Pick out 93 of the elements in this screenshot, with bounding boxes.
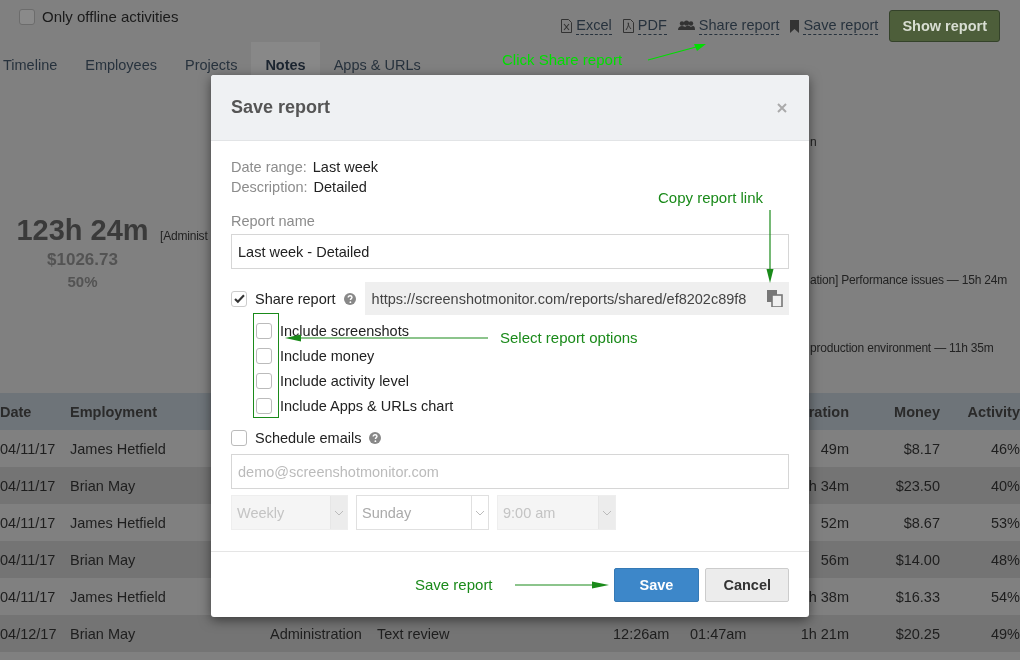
column-header: Activity [967, 403, 1020, 420]
table-cell: James Hetfield [70, 588, 166, 605]
option-checkbox[interactable] [256, 397, 272, 414]
table-cell: 53% [990, 514, 1020, 531]
detail-value: Detailed [313, 178, 367, 197]
chart-label: production environment — 11h 35m [810, 341, 994, 355]
show-report-button[interactable]: Show report [889, 10, 1000, 42]
table-cell: h 38m [808, 588, 849, 605]
table-cell: 04/11/17 [0, 514, 56, 531]
export-link[interactable]: Share report [698, 17, 780, 35]
table-cell: James Hetfield [70, 440, 166, 457]
table-cell: $14.00 [895, 551, 940, 568]
table-cell: 04/11/17 [0, 551, 56, 568]
share-url-field[interactable]: https://screenshotmonitor.com/reports/shared/ef8202c89f8 [364, 282, 789, 315]
table-cell: James Hetfield [70, 514, 166, 531]
pdf-file-icon [622, 19, 634, 33]
option-label: Include money [280, 347, 375, 364]
option-checkbox[interactable] [256, 322, 272, 339]
table-cell: 04/12/17 [0, 625, 57, 642]
column-header: Date [0, 403, 32, 420]
save-button[interactable]: Save [613, 567, 700, 602]
table-cell: 04/11/17 [0, 588, 56, 605]
table-cell: 46% [990, 440, 1020, 457]
copy-icon[interactable] [767, 290, 783, 307]
detail-value: Last week [312, 158, 379, 177]
table-cell: 04/11/17 [0, 440, 56, 457]
table-cell: $8.17 [903, 440, 940, 457]
annotation-label: Click Share report [502, 51, 623, 69]
schedule-checkbox[interactable] [231, 430, 247, 446]
share-report-label: Share report [255, 290, 336, 307]
cancel-button[interactable]: Cancel [705, 567, 789, 602]
bookmark-icon [790, 19, 800, 33]
table-cell: $23.50 [895, 477, 940, 494]
table-cell: 40% [990, 477, 1020, 494]
export-link[interactable]: PDF [637, 17, 667, 35]
annotation-label: Save report [415, 576, 493, 594]
dialog-title: Save report [231, 97, 331, 118]
option-checkbox[interactable] [256, 372, 272, 389]
detail-label: Date range: [231, 158, 307, 177]
export-link[interactable]: Excel [576, 17, 612, 35]
table-cell: 56m [820, 551, 849, 568]
table-cell: 12:26am [613, 625, 670, 642]
offline-filter-label: Only offline activities [42, 8, 179, 25]
table-cell: 1h 21m [800, 625, 849, 642]
table-cell: 52m [820, 514, 849, 531]
table-cell: $8.67 [903, 514, 940, 531]
option-checkbox[interactable] [256, 347, 272, 364]
column-header: ration [808, 403, 849, 420]
table-cell: $20.25 [895, 625, 940, 642]
table-cell: Brian May [70, 551, 136, 568]
table-cell: 01:47am [690, 625, 747, 642]
help-icon[interactable] [369, 432, 382, 444]
close-icon[interactable] [777, 102, 787, 113]
table-cell: 49% [990, 625, 1020, 642]
report-name-label: Report name [231, 212, 316, 231]
offline-checkbox[interactable] [19, 8, 35, 25]
chart-label: [Administ [160, 229, 208, 243]
option-label: Include screenshots [280, 322, 409, 339]
chevron-down-icon [334, 509, 344, 516]
table-cell: Text review [377, 625, 450, 642]
annotation-label: Select report options [500, 329, 638, 347]
table-cell: 04/11/17 [0, 477, 56, 494]
table-cell: h 34m [808, 477, 849, 494]
export-link[interactable]: Save report [803, 17, 879, 35]
tab[interactable]: Employees [71, 42, 171, 88]
spreadsheet-file-icon [561, 19, 573, 33]
table-cell: 54% [990, 588, 1020, 605]
email-field[interactable]: demo@screenshotmonitor.com [231, 454, 789, 489]
table-cell: 48% [990, 551, 1020, 568]
dropdown[interactable]: Sunday [356, 495, 489, 530]
schedule-emails-label: Schedule emails [255, 430, 362, 446]
help-icon[interactable] [343, 292, 356, 305]
report-name-field[interactable]: Last week - Detailed [231, 234, 789, 269]
chart-label: ation] Performance issues — 15h 24m [810, 273, 1008, 287]
users-icon [677, 20, 695, 32]
annotation-label: Copy report link [658, 189, 764, 207]
column-header: Employment [70, 403, 157, 420]
chevron-down-icon [602, 509, 612, 516]
option-label: Include Apps & URLs chart [280, 397, 454, 414]
tab[interactable]: Timeline [0, 42, 72, 88]
table-cell: Brian May [70, 625, 136, 642]
annotation-arrow [647, 44, 706, 61]
share-checkbox[interactable] [231, 290, 247, 307]
table-cell: Administration [270, 625, 362, 642]
chevron-down-icon [475, 509, 485, 516]
detail-label: Description: [231, 178, 308, 197]
total-time: 123h 24m [16, 213, 149, 247]
table-cell: $16.33 [895, 588, 940, 605]
table-cell: Brian May [70, 477, 136, 494]
table-cell: 49m [820, 440, 849, 457]
chart-label: n [810, 135, 817, 149]
option-label: Include activity level [280, 372, 409, 389]
column-header: Money [894, 403, 940, 420]
